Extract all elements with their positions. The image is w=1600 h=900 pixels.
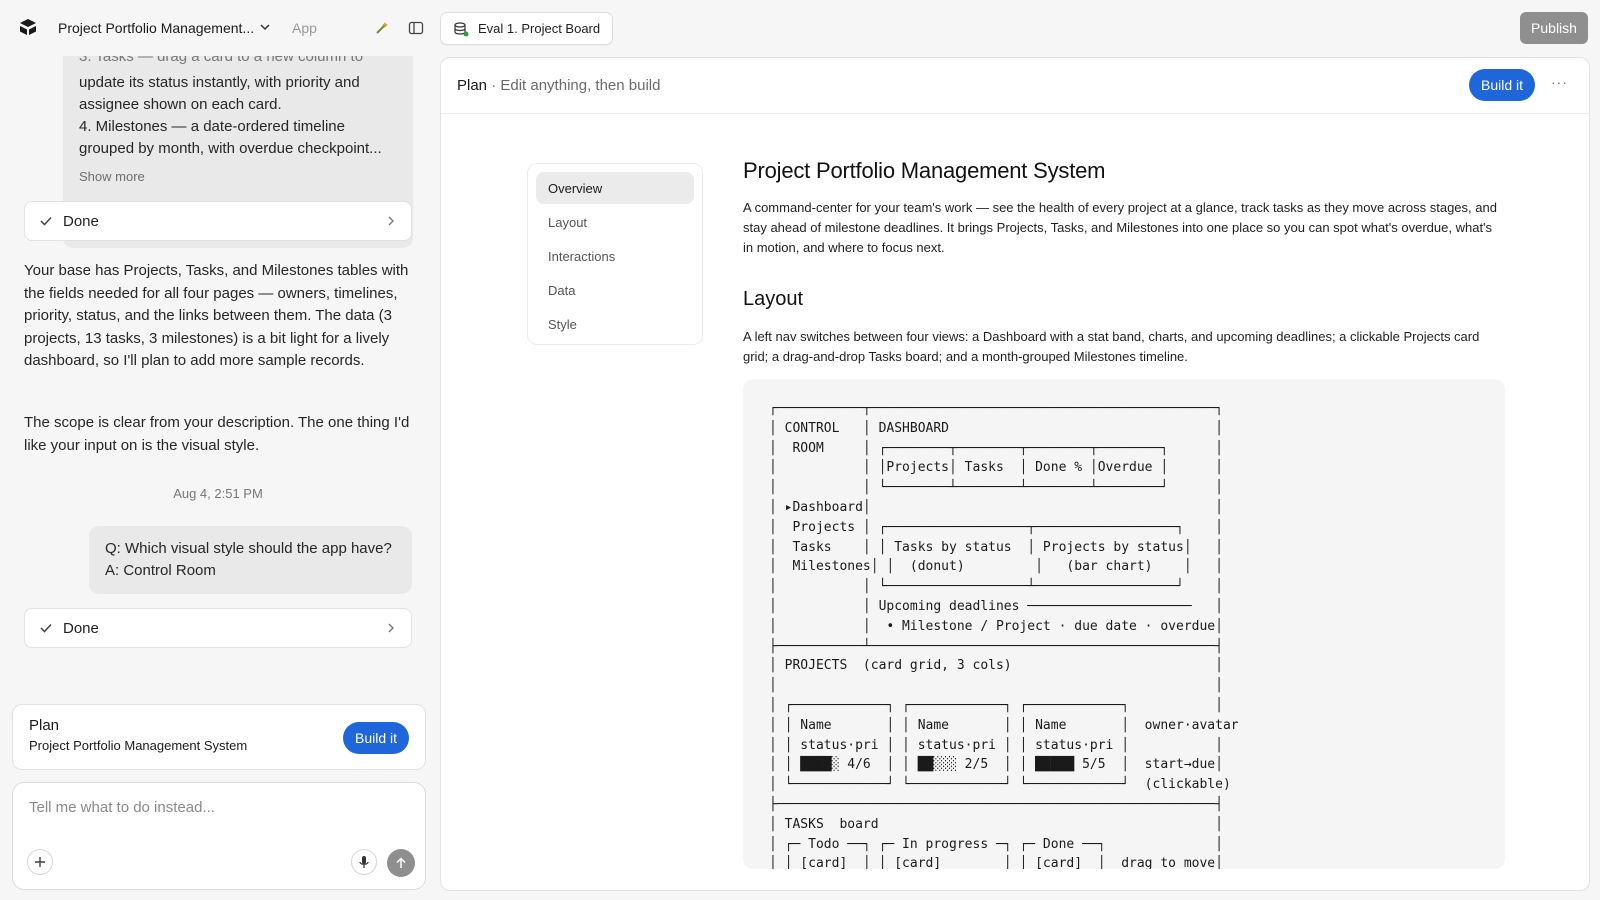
- magic-wand-icon[interactable]: [374, 20, 390, 36]
- qa-answer: A: Control Room: [105, 562, 216, 579]
- sidebar-toggle-icon[interactable]: [408, 20, 424, 36]
- chevron-right-icon: [388, 623, 394, 633]
- top-bar: Project Portfolio Management... App Eval…: [0, 0, 1600, 56]
- bubble-line: 4. Milestones — a date-ordered timeline: [79, 118, 345, 135]
- logo-icon[interactable]: [18, 18, 38, 36]
- clipped-line: 3. Tasks — drag a card to a new column t…: [79, 56, 364, 65]
- overview-text[interactable]: A command-center for your team's work — …: [743, 198, 1503, 258]
- more-options-icon[interactable]: ···: [1551, 74, 1568, 90]
- plan-subtitle: · Edit anything, then build: [487, 77, 661, 94]
- doc-title[interactable]: Project Portfolio Management System: [743, 158, 1503, 184]
- table-of-contents: Overview Layout Interactions Data Style: [527, 163, 703, 345]
- bubble-line: grouped by month, with overdue checkpoin…: [79, 140, 382, 157]
- build-it-button[interactable]: Build it: [343, 722, 409, 754]
- toc-item-layout[interactable]: Layout: [536, 206, 694, 238]
- check-icon: [40, 623, 52, 633]
- chat-panel: 3. Tasks — drag a card to a new column t…: [0, 56, 436, 900]
- plan-summary-card[interactable]: Plan Project Portfolio Management System…: [12, 704, 426, 770]
- plan-header-title: Plan · Edit anything, then build: [457, 77, 660, 94]
- user-message-bubble: Q: Which visual style should the app hav…: [89, 526, 412, 594]
- done-step-card[interactable]: Done: [24, 201, 412, 241]
- build-it-button[interactable]: Build it: [1469, 69, 1535, 101]
- chat-input-box[interactable]: Tell me what to do instead...: [12, 782, 426, 890]
- database-icon: [454, 21, 469, 36]
- assistant-message: The scope is clear from your description…: [24, 414, 410, 454]
- show-more-link[interactable]: Show more: [79, 166, 397, 188]
- layout-heading[interactable]: Layout: [743, 288, 1503, 311]
- bubble-line: update its status instantly, with priori…: [79, 74, 360, 91]
- arrow-up-icon[interactable]: [387, 849, 415, 877]
- layout-diagram[interactable]: ┌───────────┬───────────────────────────…: [743, 379, 1505, 869]
- app-label[interactable]: App: [292, 20, 317, 36]
- toc-item-overview[interactable]: Overview: [536, 172, 694, 204]
- toc-item-interactions[interactable]: Interactions: [536, 240, 694, 272]
- assistant-message: Your base has Projects, Tasks, and Miles…: [24, 262, 409, 369]
- plus-icon[interactable]: [27, 849, 53, 875]
- project-title[interactable]: Project Portfolio Management...: [58, 20, 254, 36]
- plan-header: Plan · Edit anything, then build Build i…: [441, 58, 1589, 114]
- qa-question: Q: Which visual style should the app hav…: [105, 540, 392, 557]
- microphone-icon[interactable]: [351, 849, 377, 875]
- done-step-card[interactable]: Done: [24, 608, 412, 648]
- check-icon: [40, 216, 52, 226]
- done-label: Done: [63, 212, 99, 230]
- chevron-down-icon[interactable]: [258, 20, 272, 34]
- toc-item-data[interactable]: Data: [536, 274, 694, 306]
- layout-text[interactable]: A left nav switches between four views: …: [743, 327, 1503, 367]
- ascii-diagram: ┌───────────┬───────────────────────────…: [769, 401, 1239, 869]
- done-label: Done: [63, 619, 99, 637]
- chevron-right-icon: [388, 216, 394, 226]
- publish-button[interactable]: Publish: [1520, 12, 1588, 44]
- toc-item-style[interactable]: Style: [536, 308, 694, 340]
- tab-project-board[interactable]: Eval 1. Project Board: [440, 12, 614, 45]
- plan-title: Plan: [457, 77, 488, 94]
- bubble-line: assignee shown on each card.: [79, 96, 282, 113]
- chat-input-placeholder[interactable]: Tell me what to do instead...: [29, 799, 215, 816]
- timestamp: Aug 4, 2:51 PM: [173, 486, 263, 501]
- plan-document: Project Portfolio Management System A co…: [743, 158, 1505, 869]
- tab-label: Eval 1. Project Board: [478, 21, 601, 36]
- plan-panel: Plan · Edit anything, then build Build i…: [440, 57, 1590, 891]
